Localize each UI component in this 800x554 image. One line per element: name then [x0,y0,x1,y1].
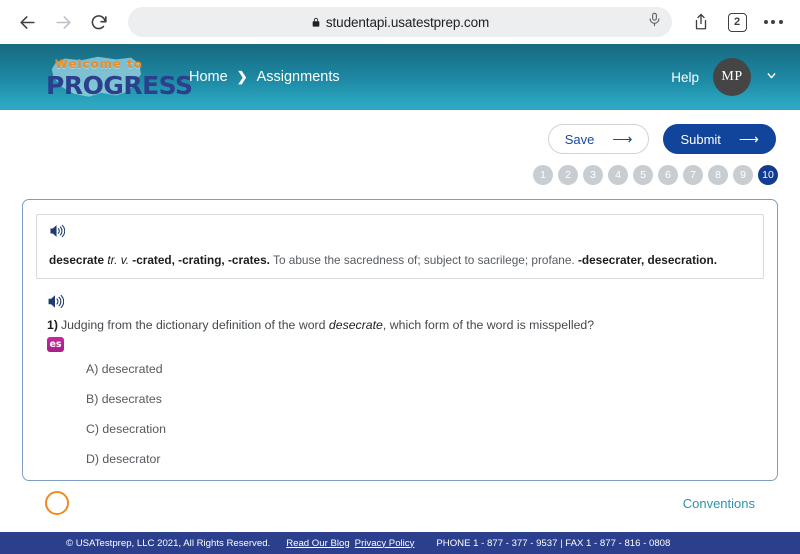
address-bar[interactable]: studentapi.usatestprep.com [128,7,672,37]
progress-logo[interactable]: Welcome to PROGRESS [44,54,149,100]
pagination-item-5[interactable]: 5 [633,165,653,185]
back-arrow-icon[interactable] [14,9,40,35]
save-label: Save [565,132,595,147]
question-text-after: , which form of the word is misspelled? [383,318,594,332]
microphone-icon[interactable] [647,12,662,32]
pagination-item-2[interactable]: 2 [558,165,578,185]
question-audio-speaker-icon[interactable] [47,294,764,314]
share-icon[interactable] [688,9,714,35]
question-prompt-row: 1) Judging from the dictionary definitio… [47,318,764,332]
question-card: desecrate tr. v. -crated, -crating, -cra… [22,199,778,481]
question-number: 1) [47,318,58,332]
arrow-right-icon: ⟶ [739,132,759,146]
pagination-item-4[interactable]: 4 [608,165,628,185]
question-text: Judging from the dictionary definition o… [61,318,594,332]
definition-meaning: To abuse the sacredness of; subject to s… [273,253,575,267]
three-dots [764,20,783,24]
tab-counter-button[interactable]: 2 [724,9,750,35]
answer-option-d[interactable]: D) desecrator [86,452,764,466]
logo-welcome-text: Welcome to [55,57,143,71]
pagination-item-6[interactable]: 6 [658,165,678,185]
url-text: studentapi.usatestprep.com [326,15,489,30]
answer-option-c[interactable]: C) desecration [86,422,764,436]
save-button[interactable]: Save ⟶ [548,124,650,154]
footer-privacy-link[interactable]: Privacy Policy [355,538,415,549]
tab-count-label: 2 [728,13,747,32]
breadcrumb-home[interactable]: Home [189,69,228,85]
chevron-right-icon: ❯ [237,69,248,85]
avatar[interactable]: MP [713,58,751,96]
logo-progress-text: PROGRESS [46,71,193,100]
answer-option-b[interactable]: B) desecrates [86,392,764,406]
definition-inflections: -crated, -crating, -crates. [132,253,270,267]
submit-label: Submit [680,132,720,147]
site-header: Welcome to PROGRESS Home ❯ Assignments H… [0,44,800,110]
question-italic-word: desecrate [329,318,383,332]
url-text-wrap: studentapi.usatestprep.com [311,15,489,30]
help-link[interactable]: Help [671,70,699,85]
pagination-item-7[interactable]: 7 [683,165,703,185]
reload-icon[interactable] [86,9,112,35]
breadcrumb-assignments[interactable]: Assignments [257,69,340,85]
dictionary-definition-box: desecrate tr. v. -crated, -crating, -cra… [36,214,764,279]
pagination-item-1[interactable]: 1 [533,165,553,185]
action-buttons-row: Save ⟶ Submit ⟶ [0,110,800,154]
lock-icon [311,17,321,28]
pagination-item-9[interactable]: 9 [733,165,753,185]
breadcrumb: Home ❯ Assignments [189,69,340,85]
answer-options-list: A) desecrated B) desecrates C) desecration… [86,362,764,466]
chevron-down-icon[interactable] [765,69,778,85]
orange-circle-partial [45,491,69,515]
more-options-icon[interactable] [760,9,786,35]
footer-contact: PHONE 1 - 877 - 377 - 9537 | FAX 1 - 877… [436,538,670,549]
pagination-item-8[interactable]: 8 [708,165,728,185]
header-right-group: Help MP [671,58,778,96]
site-footer: © USATestprep, LLC 2021, All Rights Rese… [0,532,800,554]
footer-copyright: © USATestprep, LLC 2021, All Rights Rese… [66,538,270,549]
definition-pos: tr. v. [107,253,129,267]
browser-toolbar: studentapi.usatestprep.com 2 [0,0,800,44]
submit-button[interactable]: Submit ⟶ [663,124,776,154]
forward-arrow-icon[interactable] [50,9,76,35]
footer-blog-link[interactable]: Read Our Blog [286,538,349,549]
arrow-right-icon: ⟶ [612,132,632,146]
conventions-label[interactable]: Conventions [683,496,755,511]
pagination-item-10[interactable]: 10 [758,165,778,185]
definition-text: desecrate tr. v. -crated, -crating, -cra… [49,253,751,269]
header-accent-bar [0,104,800,110]
audio-speaker-icon[interactable] [49,224,65,243]
spanish-translate-badge[interactable]: es [47,337,64,352]
question-text-before: Judging from the dictionary definition o… [61,318,329,332]
definition-related-forms: -desecrater, desecration. [578,253,717,267]
question-pagination: 12345678910 [0,154,800,185]
pagination-item-3[interactable]: 3 [583,165,603,185]
answer-option-a[interactable]: A) desecrated [86,362,764,376]
definition-word: desecrate [49,253,104,267]
